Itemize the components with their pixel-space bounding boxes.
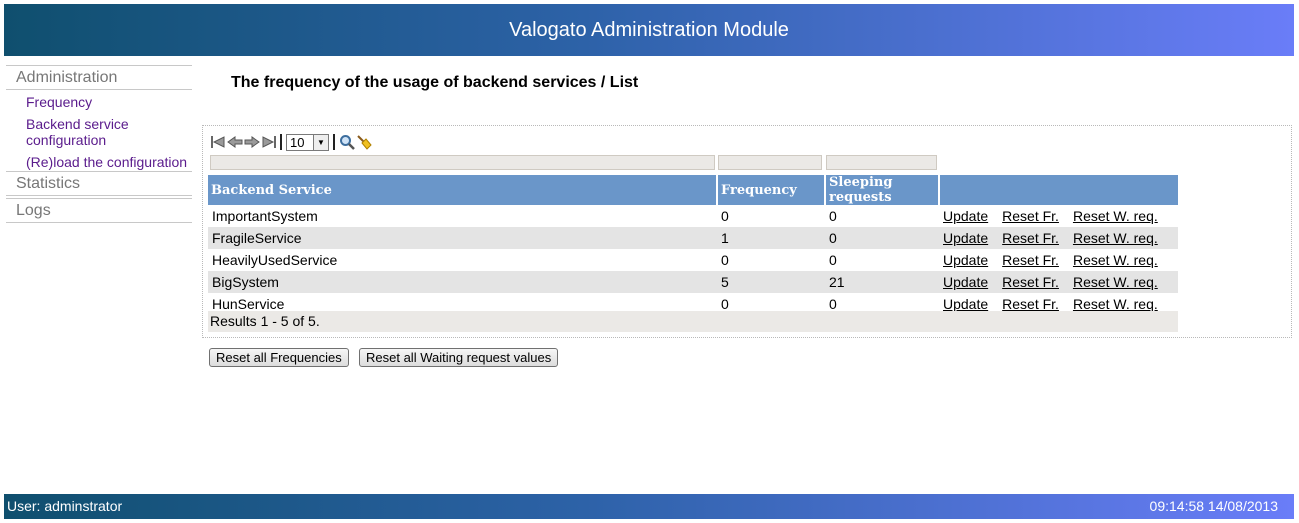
app-title: Valogato Administration Module [509,19,789,41]
reset-all-frequencies-button[interactable]: Reset all Frequencies [209,348,349,367]
update-link[interactable]: Update [943,296,988,312]
cell-service: HeavilyUsedService [212,252,338,268]
cell-frequency: 5 [717,271,825,293]
sidebar-admin-links: Frequency Backend service configuration … [6,90,192,174]
cell-sleeping: 21 [825,271,939,293]
sidebar-section-statistics[interactable]: Statistics [6,171,192,196]
first-page-icon[interactable] [210,134,226,150]
update-link[interactable]: Update [943,230,988,246]
cell-service: ImportantSystem [212,208,318,224]
update-link[interactable]: Update [943,274,988,290]
reset-waiting-requests-link[interactable]: Reset W. req. [1073,274,1158,290]
status-datetime: 09:14:58 14/08/2013 [1149,498,1278,514]
reset-frequency-link[interactable]: Reset Fr. [1002,274,1059,290]
reset-frequency-link[interactable]: Reset Fr. [1002,230,1059,246]
reset-waiting-requests-link[interactable]: Reset W. req. [1073,296,1158,312]
filter-frequency[interactable] [718,155,822,170]
backend-services-table: Backend Service Frequency Sleeping reque… [208,175,1178,315]
table-row: ImportantSystem 0 0 Update Reset Fr. Reset… [208,205,1178,227]
sidebar-section-administration[interactable]: Administration [6,65,192,90]
reset-frequency-link[interactable]: Reset Fr. [1002,296,1059,312]
status-bar: User: adminstrator 09:14:58 14/08/2013 [4,494,1294,519]
filter-backend-service[interactable] [210,155,715,170]
page-size-select[interactable]: 10 ▼ [286,133,329,151]
chevron-down-icon[interactable]: ▼ [313,134,328,150]
clear-filter-broom-icon[interactable] [356,134,372,150]
cell-frequency: 0 [721,208,729,224]
cell-service: FragileService [208,227,717,249]
pager-toolbar: 10 ▼ [210,132,373,152]
cell-sleeping: 0 [829,252,837,268]
results-summary: Results 1 - 5 of 5. [208,311,1178,332]
sidebar-item-frequency[interactable]: Frequency [26,94,192,110]
reset-waiting-requests-link[interactable]: Reset W. req. [1073,208,1158,224]
update-link[interactable]: Update [943,208,988,224]
column-header-backend-service[interactable]: Backend Service [208,175,718,205]
next-page-icon[interactable] [244,134,260,150]
last-page-icon[interactable] [261,134,277,150]
sidebar-item-reload-configuration[interactable]: (Re)load the configuration [26,154,192,170]
cell-service: BigSystem [208,271,717,293]
sidebar: Administration Frequency Backend service… [6,65,192,223]
cell-actions: Update Reset Fr. Reset W. req. [939,227,1178,249]
toolbar-separator [333,134,335,150]
cell-frequency: 0 [721,252,729,268]
toolbar-separator [280,134,282,150]
table-row: HeavilyUsedService 0 0 Update Reset Fr. Re… [208,249,1178,271]
sidebar-section-logs[interactable]: Logs [6,198,192,223]
app-header: Valogato Administration Module [4,4,1294,56]
page-size-value: 10 [290,134,305,150]
table-row: BigSystem 5 21 Update Reset Fr. Reset W. r… [208,271,1178,293]
cell-actions: Update Reset Fr. Reset W. req. [939,249,1178,271]
cell-actions: Update Reset Fr. Reset W. req. [939,271,1178,293]
cell-actions: Update Reset Fr. Reset W. req. [939,205,1178,227]
column-header-sleeping-requests[interactable]: Sleeping requests [825,175,940,205]
reset-waiting-requests-link[interactable]: Reset W. req. [1073,252,1158,268]
update-link[interactable]: Update [943,252,988,268]
cell-frequency: 1 [717,227,825,249]
prev-page-icon[interactable] [227,134,243,150]
page-title: The frequency of the usage of backend se… [231,74,639,91]
table-row: FragileService 1 0 Update Reset Fr. Reset … [208,227,1178,249]
reset-waiting-requests-link[interactable]: Reset W. req. [1073,230,1158,246]
cell-sleeping: 0 [829,208,837,224]
table-header-row: Backend Service Frequency Sleeping reque… [208,175,1178,205]
reset-frequency-link[interactable]: Reset Fr. [1002,252,1059,268]
reset-frequency-link[interactable]: Reset Fr. [1002,208,1059,224]
cell-sleeping: 0 [825,227,939,249]
sidebar-item-backend-service-configuration[interactable]: Backend service configuration [26,116,192,148]
filter-sleeping-requests[interactable] [826,155,937,170]
current-user: User: adminstrator [7,498,123,514]
column-header-frequency[interactable]: Frequency [717,175,826,205]
search-icon[interactable] [339,134,355,150]
reset-all-waiting-requests-button[interactable]: Reset all Waiting request values [359,348,559,367]
column-header-actions [939,175,1178,205]
